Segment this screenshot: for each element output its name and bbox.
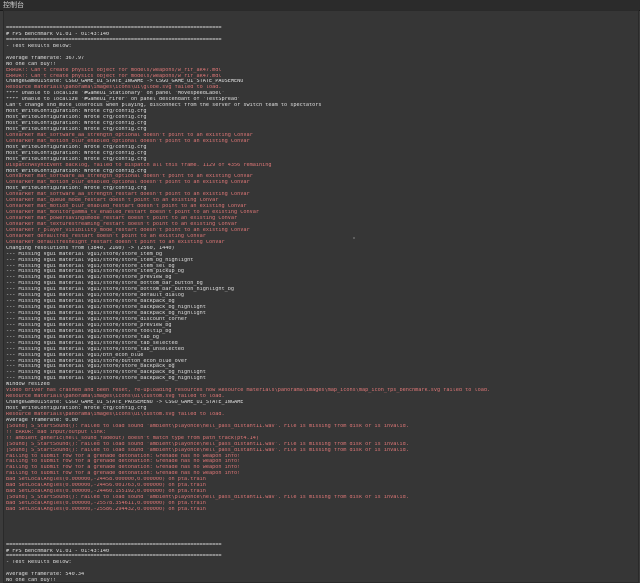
console-window: 控制台 ====================================… [0,0,640,583]
mouse-cursor-icon [353,237,355,239]
log-line: No one can buy!! [6,578,56,583]
log-list: ========================================… [6,26,634,583]
console-output[interactable]: ========================================… [3,10,639,583]
window-title: 控制台 [3,1,24,9]
